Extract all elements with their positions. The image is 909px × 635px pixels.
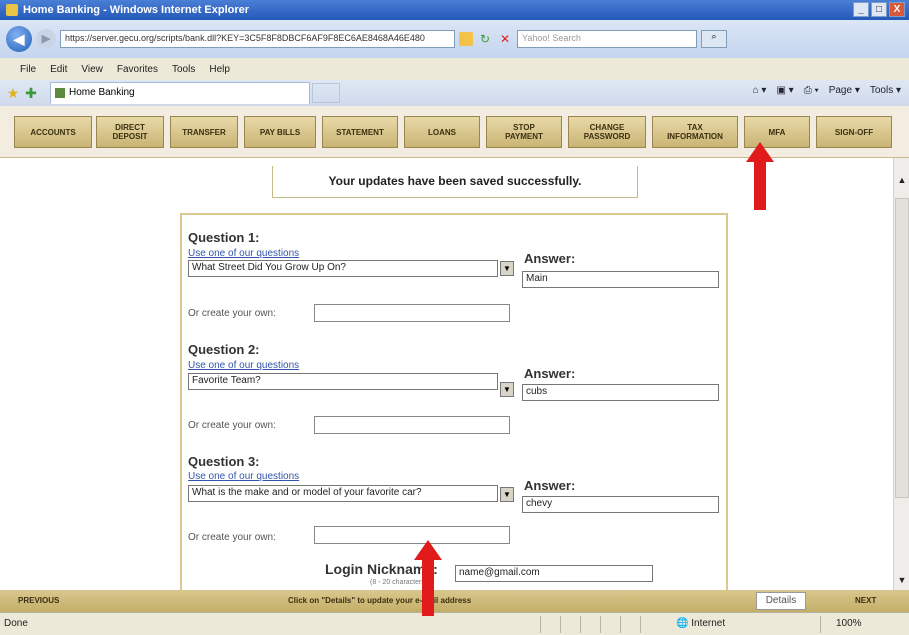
- print-icon[interactable]: ⎙ ▾: [804, 85, 819, 96]
- scroll-up-icon[interactable]: ▲: [894, 172, 909, 188]
- annotation-arrow-details: [414, 540, 442, 616]
- details-button[interactable]: Details: [756, 592, 806, 610]
- nav-pay-bills[interactable]: PAY BILLS: [244, 116, 316, 148]
- menu-favorites[interactable]: Favorites: [117, 64, 158, 75]
- tools-menu[interactable]: Tools ▾: [870, 85, 901, 96]
- question-1-select[interactable]: What Street Did You Grow Up On?: [188, 260, 498, 277]
- site-icon: [55, 88, 65, 98]
- search-input[interactable]: Yahoo! Search: [517, 30, 697, 48]
- footer-bar: PREVIOUS Click on "Details" to update yo…: [0, 590, 909, 612]
- question-3-use-link[interactable]: Use one of our questions: [188, 471, 299, 482]
- question-1-title: Question 1:: [188, 230, 260, 245]
- back-button[interactable]: ◀: [6, 26, 32, 52]
- nav-direct-deposit[interactable]: DIRECT DEPOSIT: [96, 116, 164, 148]
- page-content: Your updates have been saved successfull…: [0, 158, 893, 590]
- window-title: Home Banking - Windows Internet Explorer: [23, 4, 250, 16]
- add-favorites-icon[interactable]: ✚: [22, 85, 40, 102]
- tab-home-banking[interactable]: Home Banking: [50, 82, 310, 104]
- question-1-own-label: Or create your own:: [188, 308, 276, 319]
- status-bar: Done 🌐 Internet 100%: [0, 612, 909, 635]
- favorites-star-icon[interactable]: ★: [4, 85, 22, 102]
- answer-1-label: Answer:: [524, 251, 576, 266]
- nav-accounts[interactable]: ACCOUNTS: [14, 116, 92, 148]
- answer-1-field[interactable]: Main: [522, 271, 719, 288]
- question-1-own-field[interactable]: [314, 304, 510, 322]
- command-bar: ⌂ ▾ ▣ ▾ ⎙ ▾ Page ▾ Tools ▾: [753, 85, 901, 96]
- lock-icon[interactable]: [459, 32, 473, 46]
- home-icon[interactable]: ⌂ ▾: [753, 85, 767, 96]
- chevron-down-icon[interactable]: ▼: [500, 261, 514, 276]
- close-button[interactable]: X: [889, 2, 905, 17]
- nav-change-password[interactable]: CHANGE PASSWORD: [568, 116, 646, 148]
- scroll-thumb[interactable]: [895, 198, 909, 498]
- new-tab-button[interactable]: [312, 83, 340, 103]
- question-2-own-label: Or create your own:: [188, 420, 276, 431]
- question-3-own-label: Or create your own:: [188, 532, 276, 543]
- nav-transfer[interactable]: TRANSFER: [170, 116, 238, 148]
- menu-file[interactable]: File: [20, 64, 36, 75]
- stop-icon[interactable]: ✕: [497, 31, 513, 47]
- nav-tax-information[interactable]: TAX INFORMATION: [652, 116, 738, 148]
- refresh-icon[interactable]: ↻: [477, 31, 493, 47]
- menu-bar: File Edit View Favorites Tools Help: [0, 58, 909, 80]
- forward-button[interactable]: ▶: [36, 29, 56, 49]
- footer-message: Click on "Details" to update your e-mail…: [288, 596, 472, 605]
- answer-3-label: Answer:: [524, 478, 576, 493]
- address-input[interactable]: https://server.gecu.org/scripts/bank.dll…: [60, 30, 455, 48]
- nav-loans[interactable]: LOANS: [404, 116, 480, 148]
- nickname-field[interactable]: name@gmail.com: [455, 565, 653, 582]
- question-2-own-field[interactable]: [314, 416, 510, 434]
- menu-help[interactable]: Help: [209, 64, 230, 75]
- window-controls: _ □ X: [853, 2, 905, 17]
- scroll-down-icon[interactable]: ▼: [894, 572, 909, 588]
- answer-3-field[interactable]: chevy: [522, 496, 719, 513]
- question-1-use-link[interactable]: Use one of our questions: [188, 248, 299, 259]
- window-titlebar: Home Banking - Windows Internet Explorer…: [0, 0, 909, 20]
- address-toolbar: ◀ ▶ https://server.gecu.org/scripts/bank…: [0, 20, 909, 58]
- maximize-button[interactable]: □: [871, 2, 887, 17]
- question-2-use-link[interactable]: Use one of our questions: [188, 360, 299, 371]
- question-2-select[interactable]: Favorite Team?: [188, 373, 498, 390]
- minimize-button[interactable]: _: [853, 2, 869, 17]
- success-message: Your updates have been saved successfull…: [272, 166, 638, 198]
- tab-bar: ★ ✚ Home Banking ⌂ ▾ ▣ ▾ ⎙ ▾ Page ▾ Tool…: [0, 80, 909, 106]
- ie-icon: [6, 4, 18, 16]
- nav-stop-payment[interactable]: STOP PAYMENT: [486, 116, 562, 148]
- nickname-hint: (8 - 20 characters): [370, 579, 428, 586]
- page-menu[interactable]: Page ▾: [829, 85, 860, 96]
- vertical-scrollbar[interactable]: ▲ ▼: [893, 158, 909, 590]
- annotation-arrow-mfa: [746, 142, 774, 210]
- menu-tools[interactable]: Tools: [172, 64, 195, 75]
- nav-statement[interactable]: STATEMENT: [322, 116, 398, 148]
- internet-zone: 🌐 Internet: [676, 618, 726, 629]
- next-button[interactable]: NEXT: [855, 596, 876, 605]
- feeds-icon[interactable]: ▣ ▾: [776, 85, 793, 96]
- menu-view[interactable]: View: [81, 64, 103, 75]
- search-icon[interactable]: ⌕: [701, 30, 727, 48]
- chevron-down-icon[interactable]: ▼: [500, 487, 514, 502]
- question-2-title: Question 2:: [188, 342, 260, 357]
- tab-label: Home Banking: [69, 87, 135, 98]
- menu-edit[interactable]: Edit: [50, 64, 67, 75]
- question-3-title: Question 3:: [188, 454, 260, 469]
- zone-label: Internet: [691, 618, 726, 629]
- nickname-label: Login Nickname:: [325, 561, 438, 577]
- question-3-own-field[interactable]: [314, 526, 510, 544]
- answer-2-label: Answer:: [524, 366, 576, 381]
- chevron-down-icon[interactable]: ▼: [500, 382, 514, 397]
- nav-sign-off[interactable]: SIGN-OFF: [816, 116, 892, 148]
- status-text: Done: [4, 618, 28, 629]
- answer-2-field[interactable]: cubs: [522, 384, 719, 401]
- zoom-level[interactable]: 100%: [836, 618, 862, 629]
- question-3-select[interactable]: What is the make and or model of your fa…: [188, 485, 498, 502]
- previous-button[interactable]: PREVIOUS: [18, 596, 59, 605]
